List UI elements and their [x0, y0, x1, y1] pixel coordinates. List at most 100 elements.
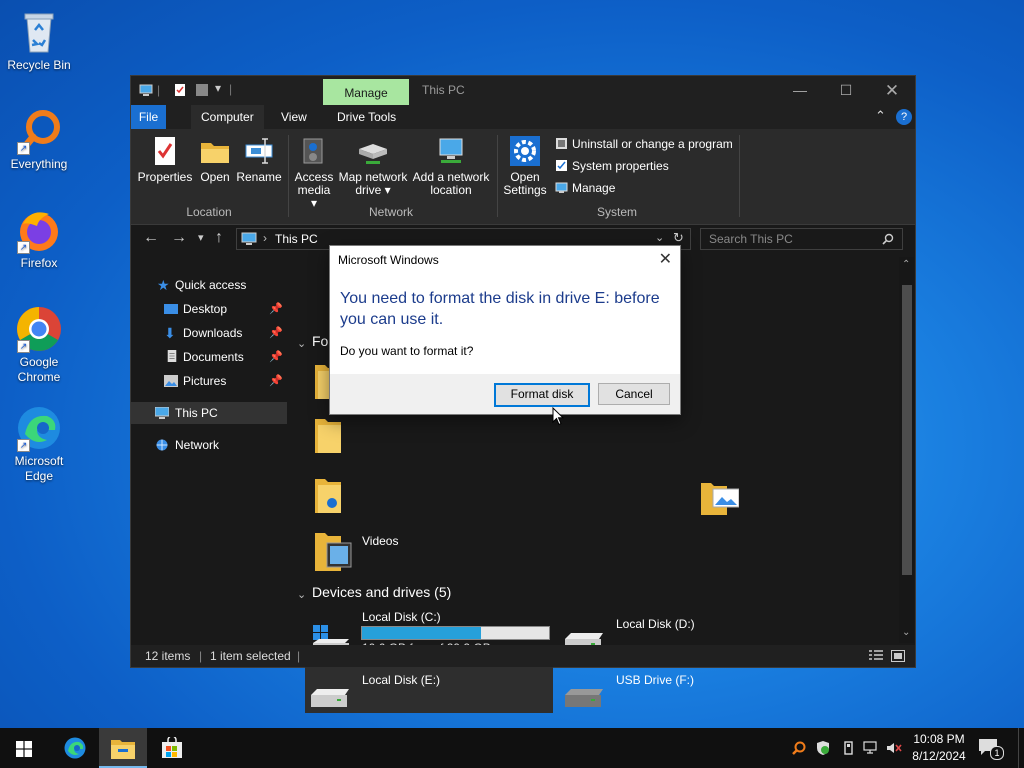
shortcut-arrow-icon: ↗ [17, 142, 30, 155]
downloads-icon: ⬇ [164, 325, 176, 341]
pin-icon[interactable]: 📌 [269, 298, 283, 320]
taskbar-microsoft-store[interactable] [148, 728, 196, 768]
refresh-icon[interactable]: ↻ [673, 230, 684, 246]
folder-icon[interactable] [315, 415, 341, 453]
rename-icon [243, 135, 275, 167]
address-dropdown-icon[interactable]: ⌄ [655, 231, 664, 244]
details-view-icon[interactable] [869, 650, 883, 662]
desktop-icon-firefox[interactable]: ↗ Firefox [4, 206, 74, 271]
desktop-icon-label: Recycle Bin [7, 58, 71, 72]
tab-drive-tools[interactable]: Drive Tools [327, 105, 406, 129]
pin-icon[interactable]: 📌 [269, 346, 283, 368]
network-tray-icon[interactable] [863, 740, 879, 756]
large-icons-view-icon[interactable] [891, 650, 905, 662]
desktop-icon-everything[interactable]: ↗ Everything [4, 107, 74, 172]
maximize-button[interactable]: ☐ [823, 76, 869, 105]
videos-folder-icon[interactable] [315, 529, 353, 571]
tab-file[interactable]: File [131, 105, 166, 129]
music-folder-icon[interactable] [315, 475, 341, 513]
pin-icon[interactable]: 📌 [269, 322, 283, 344]
access-media-button[interactable]: Access media ▾ [293, 135, 335, 210]
format-disk-dialog: Microsoft Windows ✕ You need to format t… [329, 245, 681, 415]
recent-locations-icon[interactable]: ▾ [198, 231, 204, 244]
desktop-icon-recycle-bin[interactable]: Recycle Bin [4, 8, 74, 73]
open-button[interactable]: Open [197, 135, 233, 184]
map-network-drive-icon [357, 135, 389, 167]
drive-item-e-selected[interactable]: Local Disk (E:) [305, 665, 553, 713]
new-folder-quick-icon[interactable] [195, 83, 209, 97]
this-pc-icon [139, 84, 153, 96]
up-arrow-icon[interactable]: ↑ [215, 229, 223, 247]
taskbar-edge[interactable] [51, 728, 99, 768]
system-properties-button[interactable]: System properties [555, 157, 669, 175]
tab-manage[interactable]: Manage [323, 79, 409, 105]
customize-toolbar-icon[interactable]: ▾ [215, 81, 221, 95]
drive-usage-bar-c [361, 626, 550, 640]
start-button[interactable] [0, 728, 48, 768]
collapse-section-icon[interactable]: ⌄ [297, 588, 306, 601]
usb-eject-icon[interactable] [840, 740, 856, 756]
status-bar: 12 items | 1 item selected | [131, 645, 915, 667]
scroll-down-icon[interactable]: ⌄ [902, 627, 910, 638]
system-clock[interactable]: 10:08 PM 8/12/2024 [905, 731, 973, 765]
clock-date: 8/12/2024 [912, 749, 966, 763]
minimize-button[interactable]: — [777, 76, 823, 105]
access-media-icon [298, 135, 330, 167]
tab-view[interactable]: View [271, 105, 317, 129]
everything-tray-icon[interactable] [791, 740, 807, 756]
map-network-drive-button[interactable]: Map network drive ▾ [337, 135, 409, 197]
drive-item-f[interactable]: USB Drive (F:) [559, 665, 809, 713]
sidebar-item-pictures[interactable]: Pictures 📌 [131, 370, 287, 392]
section-header-devices-and-drives[interactable]: Devices and drives (5) [312, 584, 451, 600]
drive-name-f: USB Drive (F:) [616, 673, 694, 687]
hard-drive-icon [311, 689, 349, 707]
tab-computer[interactable]: Computer [191, 105, 264, 129]
sidebar-item-this-pc[interactable]: This PC [131, 402, 287, 424]
security-shield-icon[interactable] [815, 740, 831, 756]
collapse-ribbon-icon[interactable]: ⌃ [875, 108, 886, 124]
sidebar-item-quick-access[interactable]: ★ Quick access [131, 274, 287, 296]
collapse-section-icon[interactable]: ⌄ [297, 337, 306, 350]
section-header-folders[interactable]: Fo [312, 333, 328, 349]
cancel-button[interactable]: Cancel [598, 383, 670, 405]
drive-name-d: Local Disk (D:) [616, 617, 695, 631]
toolbar-separator: | [229, 82, 233, 96]
sidebar-item-documents[interactable]: Documents 📌 [131, 346, 287, 368]
desktop-icon-microsoft-edge[interactable]: ↗ Microsoft Edge [4, 404, 74, 484]
volume-muted-icon[interactable] [886, 740, 902, 756]
vertical-scrollbar[interactable]: ⌃ ⌄ [899, 257, 914, 643]
manage-button[interactable]: Manage [555, 179, 615, 197]
show-desktop-button[interactable] [1018, 728, 1024, 768]
dialog-close-button[interactable]: ✕ [659, 249, 672, 269]
breadcrumb-this-pc[interactable]: This PC [275, 232, 318, 246]
back-arrow-icon[interactable]: ← [143, 229, 159, 247]
status-selected: 1 item selected [210, 649, 291, 663]
close-button[interactable]: ✕ [869, 76, 915, 105]
taskbar-file-explorer[interactable] [99, 728, 147, 768]
open-settings-button[interactable]: Open Settings [503, 135, 547, 197]
action-center-button[interactable]: 1 [978, 738, 1004, 760]
desktop-icon-label: Firefox [20, 256, 58, 270]
firefox-icon: ↗ [15, 206, 63, 254]
help-icon[interactable]: ? [896, 109, 912, 125]
rename-button[interactable]: Rename [235, 135, 283, 184]
sidebar-item-downloads[interactable]: ⬇ Downloads 📌 [131, 322, 287, 344]
desktop-icon-google-chrome[interactable]: ↗ Google Chrome [4, 305, 74, 385]
search-box[interactable]: Search This PC [700, 228, 903, 250]
mouse-cursor-icon [552, 407, 564, 426]
uninstall-program-button[interactable]: Uninstall or change a program [555, 135, 733, 153]
chrome-icon: ↗ [15, 305, 63, 353]
pictures-folder-icon[interactable] [701, 479, 739, 515]
pin-icon[interactable]: 📌 [269, 370, 283, 392]
scrollbar-thumb[interactable] [902, 285, 912, 575]
folder-label-videos[interactable]: Videos [362, 534, 398, 548]
properties-quick-icon[interactable] [173, 83, 187, 97]
format-disk-button[interactable]: Format disk [494, 383, 590, 407]
sidebar-item-desktop[interactable]: Desktop 📌 [131, 298, 287, 320]
sidebar-item-network[interactable]: Network [131, 434, 287, 456]
properties-button[interactable]: Properties [137, 135, 193, 184]
add-network-location-button[interactable]: Add a network location [411, 135, 491, 197]
title-bar[interactable]: | ▾ | Manage This PC — ☐ ✕ [131, 76, 915, 105]
forward-arrow-icon[interactable]: → [171, 229, 187, 247]
scroll-up-icon[interactable]: ⌃ [902, 259, 910, 270]
